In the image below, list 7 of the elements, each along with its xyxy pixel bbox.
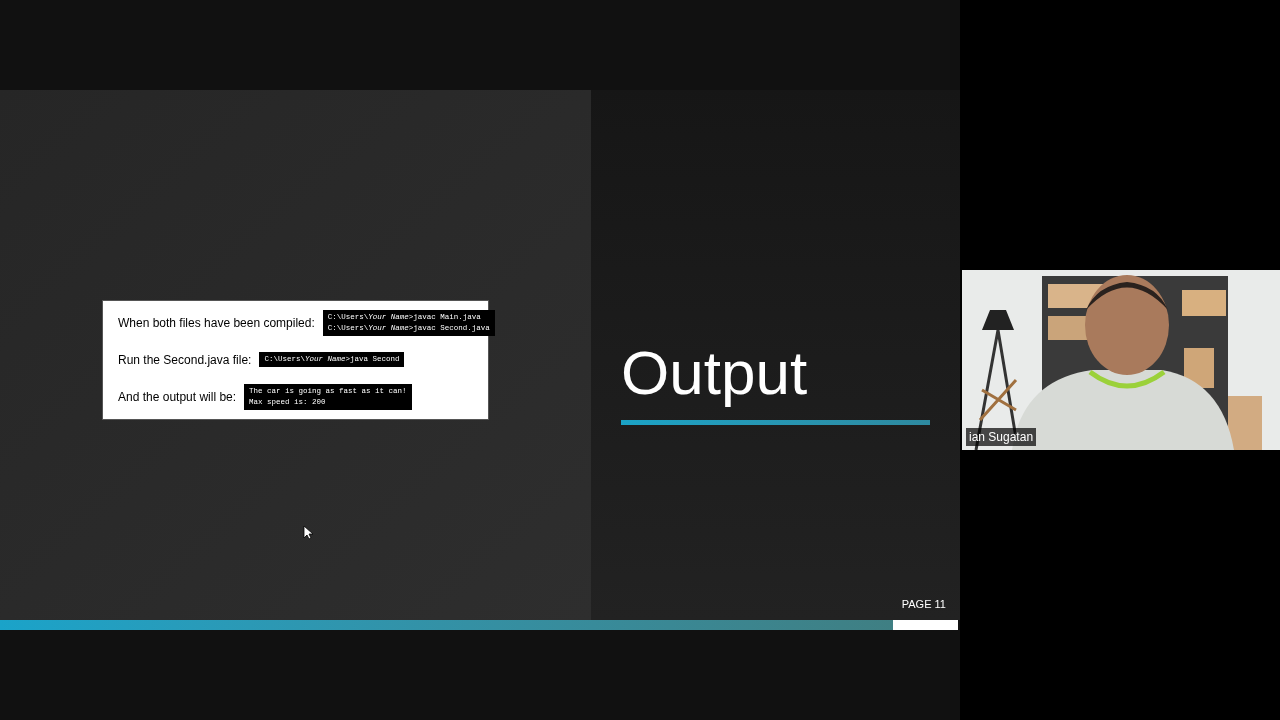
mouse-cursor-icon: [303, 525, 313, 540]
participant-name: ian Sugatan: [966, 428, 1037, 446]
step-label: And the output will be:: [118, 388, 237, 406]
page-number: PAGE 11: [901, 596, 946, 612]
slide-title: Output: [621, 338, 809, 408]
step-label: When both files have been compiled:: [118, 315, 315, 333]
step-label: Run the Second.java file:: [118, 352, 252, 369]
